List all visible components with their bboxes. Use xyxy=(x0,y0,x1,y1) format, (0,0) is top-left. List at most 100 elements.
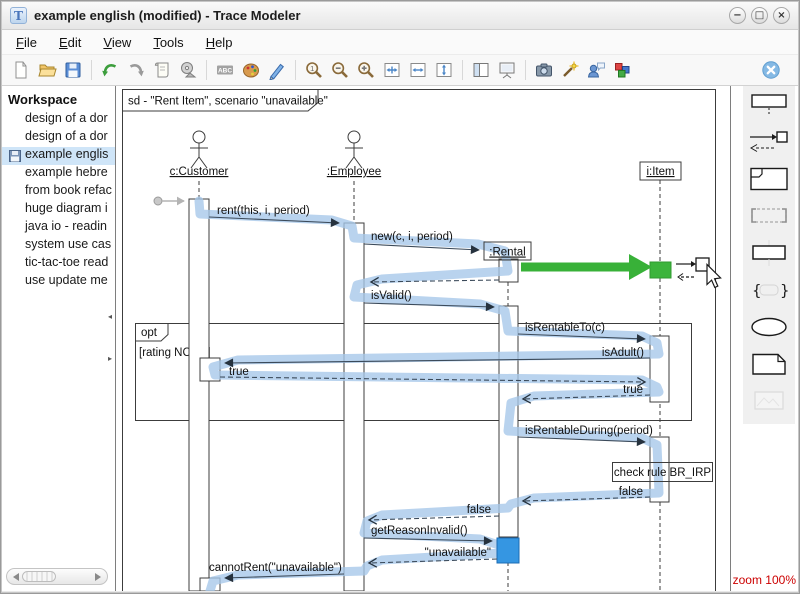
workspace-item[interactable]: use update me xyxy=(2,273,115,291)
drag-ghost-sync-message-icon xyxy=(676,258,709,281)
note-text[interactable]: check rule BR_IRP xyxy=(614,467,711,479)
zoom-actual-icon[interactable]: 1 xyxy=(301,58,327,82)
image-tool-disabled-icon xyxy=(747,388,791,414)
modified-file-icon xyxy=(9,150,21,162)
diagram-canvas[interactable]: sd - "Rent Item", scenario "unavailable"… xyxy=(117,86,730,591)
generate-icon[interactable] xyxy=(175,58,201,82)
workspace-hscrollbar[interactable] xyxy=(6,568,108,585)
message-label-isrentableduring[interactable]: isRentableDuring(period) xyxy=(525,425,653,437)
return-label-true-2[interactable]: true xyxy=(623,384,643,396)
actor-customer[interactable]: c:Customer xyxy=(170,131,229,178)
fit-height-icon[interactable] xyxy=(431,58,457,82)
menu-bar: File Edit View Tools Help xyxy=(2,30,798,54)
workspace-panel: Workspace design of a dor design of a do… xyxy=(2,86,116,591)
redo-icon[interactable] xyxy=(123,58,149,82)
zoom-out-icon[interactable] xyxy=(327,58,353,82)
undo-icon[interactable] xyxy=(97,58,123,82)
open-file-icon[interactable] xyxy=(34,58,60,82)
selected-activation[interactable] xyxy=(497,538,519,563)
return-label-true-1[interactable]: true xyxy=(229,366,249,378)
found-message[interactable] xyxy=(154,197,184,205)
class-blocks-icon[interactable] xyxy=(609,58,635,82)
svg-text:ABC: ABC xyxy=(218,68,232,75)
maximize-button[interactable]: □ xyxy=(751,7,768,24)
tool-palette-panel: {} zoom 100% xyxy=(730,86,798,591)
message-label-rent[interactable]: rent(this, i, period) xyxy=(217,205,310,217)
auto-layout-icon[interactable] xyxy=(557,58,583,82)
workspace-title: Workspace xyxy=(2,86,115,111)
actor-employee[interactable]: :Employee xyxy=(327,131,381,178)
menu-edit[interactable]: Edit xyxy=(51,32,95,53)
svg-text:1: 1 xyxy=(310,64,314,73)
menu-tools[interactable]: Tools xyxy=(145,32,197,53)
object-item[interactable]: i:Item xyxy=(640,162,681,180)
workspace-item[interactable]: tic-tac-toe read xyxy=(2,255,115,273)
menu-file[interactable]: File xyxy=(8,32,51,53)
return-label-false-2[interactable]: false xyxy=(467,504,491,516)
note-tool-icon[interactable] xyxy=(747,351,791,377)
svg-text:}: } xyxy=(780,282,790,300)
item-name[interactable]: i:Item xyxy=(646,166,674,178)
customer-name[interactable]: c:Customer xyxy=(170,166,229,178)
workspace-item[interactable]: design of a dor xyxy=(2,129,115,147)
fit-diagram-icon[interactable] xyxy=(379,58,405,82)
minimize-button[interactable]: − xyxy=(729,7,746,24)
author-note-icon[interactable] xyxy=(583,58,609,82)
menu-view[interactable]: View xyxy=(95,32,145,53)
fit-width-icon[interactable] xyxy=(405,58,431,82)
rental-name[interactable]: :Rental xyxy=(489,247,525,259)
mouse-cursor xyxy=(707,265,721,288)
workspace-item[interactable]: huge diagram i xyxy=(2,201,115,219)
main-area: Workspace design of a dor design of a do… xyxy=(2,86,798,591)
constraint-tool-icon[interactable]: {} xyxy=(747,277,791,303)
activation-tool-icon[interactable] xyxy=(747,240,791,266)
tool-palette: {} xyxy=(743,86,795,424)
workspace-item[interactable]: java io - readin xyxy=(2,219,115,237)
message-label-isadult[interactable]: isAdult() xyxy=(602,347,644,359)
message-label-new[interactable]: new(c, i, period) xyxy=(371,231,453,243)
edit-script-icon[interactable] xyxy=(149,58,175,82)
drop-target-activation xyxy=(650,262,671,278)
zoom-in-icon[interactable] xyxy=(353,58,379,82)
drag-message-preview xyxy=(521,254,671,280)
message-label-isvalid[interactable]: isValid() xyxy=(371,290,412,302)
return-label-false-1[interactable]: false xyxy=(619,486,643,498)
frame-label[interactable]: sd - "Rent Item", scenario "unavailable" xyxy=(128,96,328,108)
splitter-collapse-icon[interactable]: ◂ xyxy=(106,312,114,321)
export-image-icon[interactable] xyxy=(531,58,557,82)
fragment-operator[interactable]: opt xyxy=(141,327,158,339)
object-lifeline-tool-icon[interactable] xyxy=(747,92,791,118)
customer-activation[interactable] xyxy=(189,199,209,591)
draw-icon[interactable] xyxy=(264,58,290,82)
destroy-region-tool-icon[interactable] xyxy=(747,203,791,229)
workspace-item[interactable]: design of a dor xyxy=(2,111,115,129)
return-label-unavailable[interactable]: "unavailable" xyxy=(425,547,491,559)
save-file-icon[interactable] xyxy=(60,58,86,82)
scroll-left-icon[interactable] xyxy=(13,573,19,581)
workspace-item[interactable]: example hebre xyxy=(2,165,115,183)
employee-name[interactable]: :Employee xyxy=(327,166,381,178)
workspace-item[interactable]: system use cas xyxy=(2,237,115,255)
spelling-icon[interactable]: ABC xyxy=(212,58,238,82)
message-label-cannotrent[interactable]: cannotRent("unavailable") xyxy=(209,562,342,574)
app-window: T example english (modified) - Trace Mod… xyxy=(0,0,800,594)
scroll-right-icon[interactable] xyxy=(95,573,101,581)
message-label-getreasoninvalid[interactable]: getReasonInvalid() xyxy=(371,525,468,537)
app-icon: T xyxy=(10,7,27,24)
workspace-item-selected[interactable]: example englis xyxy=(2,147,115,165)
colors-icon[interactable] xyxy=(238,58,264,82)
toolbar-close-icon[interactable] xyxy=(758,58,784,82)
presentation-mode-icon[interactable] xyxy=(494,58,520,82)
scrollbar-thumb[interactable] xyxy=(22,571,56,582)
workspace-item[interactable]: from book refac xyxy=(2,183,115,201)
close-button[interactable]: × xyxy=(773,7,790,24)
menu-help[interactable]: Help xyxy=(198,32,247,53)
toggle-workspace-panel-icon[interactable] xyxy=(468,58,494,82)
state-invariant-tool-icon[interactable] xyxy=(747,314,791,340)
message-label-isrentableto[interactable]: isRentableTo(c) xyxy=(525,322,605,334)
new-file-icon[interactable] xyxy=(8,58,34,82)
fragment-tool-icon[interactable] xyxy=(747,166,791,192)
sync-message-tool-icon[interactable] xyxy=(747,129,791,155)
workspace-item-label: example englis xyxy=(25,147,108,161)
splitter-expand-icon[interactable]: ▸ xyxy=(106,354,114,363)
